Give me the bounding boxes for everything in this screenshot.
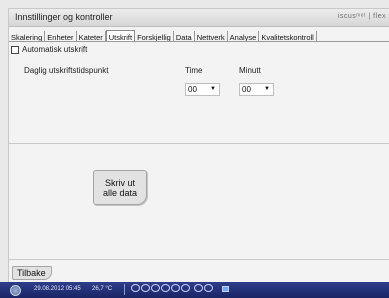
sample-slot-icon: [171, 284, 180, 292]
print-all-line1: Skriv ut: [104, 177, 135, 188]
sample-slot-icon: [194, 284, 203, 292]
window-title: Innstillinger og kontroller: [15, 12, 113, 22]
tab-skalering[interactable]: Skalering: [9, 31, 46, 41]
tab-nettverk[interactable]: Nettverk: [195, 31, 228, 41]
settings-window: Innstillinger og kontroller iscusᵐᵉᵗ | f…: [8, 8, 389, 298]
hour-select[interactable]: 00 ▼: [185, 83, 220, 96]
status-bar: 29.08.2012 05:45 26,7 °C: [0, 282, 389, 298]
temperature: 26,7 °C: [92, 286, 113, 292]
status-separator: [124, 284, 125, 295]
datetime: 29.08.2012 05:45: [34, 286, 81, 292]
tab-enheter[interactable]: Enheter: [45, 31, 77, 41]
chevron-down-icon: ▼: [210, 86, 216, 92]
print-all-data-button[interactable]: Skriv ut alle data: [93, 170, 147, 205]
auto-print-label: Automatisk utskrift: [22, 45, 88, 54]
tab-analyse[interactable]: Analyse: [228, 31, 260, 41]
tab-data[interactable]: Data: [174, 31, 195, 41]
auto-print-checkbox[interactable]: [11, 45, 19, 54]
minute-value: 00: [242, 85, 251, 94]
sample-status-indicators: [131, 284, 214, 292]
iscus-logo: iscusᵐᵉᵗ | flex: [337, 13, 386, 20]
minute-select[interactable]: 00 ▼: [239, 83, 274, 96]
sample-slot-icon: [181, 284, 190, 292]
divider: [9, 143, 389, 144]
chevron-down-icon: ▼: [264, 86, 270, 92]
footer-divider: [9, 259, 389, 260]
sample-slot-icon: [204, 284, 213, 292]
print-settings-panel: Automatisk utskrift Daglig utskriftstids…: [9, 42, 389, 259]
tab-kateter[interactable]: Kateter: [77, 31, 106, 41]
tab-forskjellig[interactable]: Forskjellig: [135, 31, 174, 41]
tab-utskrift[interactable]: Utskrift: [105, 30, 136, 41]
sample-slot-icon: [141, 284, 150, 292]
tab-kvalitetskontroll[interactable]: Kvalitetskontroll: [259, 31, 317, 41]
minute-label: Minutt: [239, 66, 261, 75]
sample-slot-icon: [151, 284, 160, 292]
system-menu-icon[interactable]: [10, 285, 21, 296]
hour-label: Time: [185, 66, 203, 75]
auto-print-row[interactable]: Automatisk utskrift: [11, 45, 87, 54]
print-all-line2: alle data: [102, 187, 138, 198]
back-button[interactable]: Tilbake: [12, 266, 52, 280]
title-bar: Innstillinger og kontroller iscusᵐᵉᵗ | f…: [9, 9, 389, 27]
daily-print-time-label: Daglig utskriftstidspunkt: [24, 66, 109, 75]
sample-slot-icon: [131, 284, 140, 292]
battery-icon: [222, 286, 229, 292]
tab-bar: Skalering Enheter Kateter Utskrift Forskjell…: [9, 27, 389, 42]
sample-slot-icon: [161, 284, 170, 292]
hour-value: 00: [188, 85, 197, 94]
